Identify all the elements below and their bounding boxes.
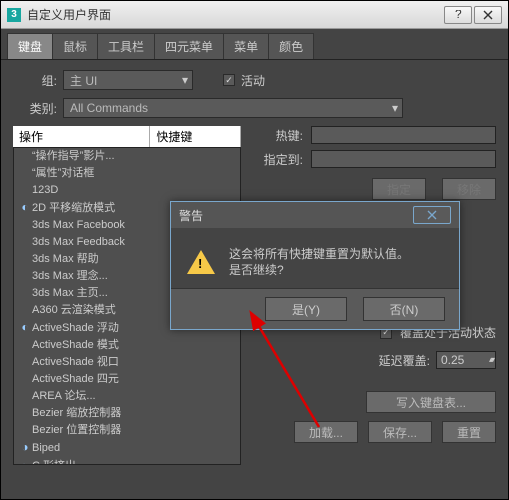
load-button[interactable]: 加载... (294, 421, 358, 443)
col-shortcut[interactable]: 快捷键 (150, 126, 241, 147)
close-button[interactable] (474, 6, 502, 24)
tab-5[interactable]: 颜色 (268, 33, 314, 59)
yes-button[interactable]: 是(Y) (265, 297, 347, 321)
category-combo[interactable]: All Commands (63, 98, 403, 118)
group-combo[interactable]: 主 UI (63, 70, 193, 90)
no-button[interactable]: 否(N) (363, 297, 445, 321)
list-item[interactable]: “操作指导”影片... (14, 148, 240, 165)
list-item[interactable]: ◒C 形挤出 (14, 457, 240, 465)
list-item[interactable]: 123D (14, 182, 240, 199)
tab-bar: 键盘鼠标工具栏四元菜单菜单颜色 (1, 29, 508, 60)
list-item[interactable]: ActiveShade 视口 (14, 354, 240, 371)
col-action[interactable]: 操作 (13, 126, 150, 147)
active-label: 活动 (241, 72, 265, 89)
assignto-label: 指定到: (255, 151, 303, 168)
tab-4[interactable]: 菜单 (223, 33, 269, 59)
list-item[interactable]: ActiveShade 四元 (14, 371, 240, 388)
tab-1[interactable]: 鼠标 (52, 33, 98, 59)
list-item[interactable]: AREA 论坛... (14, 388, 240, 405)
main-window: 3 自定义用户界面 ? 键盘鼠标工具栏四元菜单菜单颜色 组: 主 UI ✓ 活动… (0, 0, 509, 500)
save-button[interactable]: 保存... (368, 421, 432, 443)
category-label: 类别: (13, 100, 57, 117)
list-item[interactable]: “属性”对话框 (14, 165, 240, 182)
window-title: 自定义用户界面 (27, 6, 442, 23)
group-label: 组: (13, 72, 57, 89)
write-keyboard-button[interactable]: 写入键盘表... (366, 391, 496, 413)
warning-icon (187, 250, 215, 274)
tab-3[interactable]: 四元菜单 (154, 33, 224, 59)
assign-button[interactable]: 指定 (372, 178, 426, 200)
dialog-close-button[interactable] (413, 206, 451, 224)
help-button[interactable]: ? (444, 6, 472, 24)
dialog-titlebar: 警告 (171, 202, 459, 228)
list-header: 操作 快捷键 (13, 126, 241, 147)
dialog-title: 警告 (179, 207, 413, 224)
active-checkbox[interactable]: ✓ (223, 74, 235, 86)
dialog-message: 这会将所有快捷键重置为默认值。 是否继续? (229, 246, 409, 278)
reset-button[interactable]: 重置 (442, 421, 496, 443)
delay-label: 延迟覆盖: (379, 352, 430, 369)
tab-2[interactable]: 工具栏 (97, 33, 155, 59)
delay-spinner[interactable]: 0.25 (436, 351, 496, 369)
list-item[interactable]: ActiveShade 模式 (14, 337, 240, 354)
app-icon: 3 (7, 8, 21, 22)
svg-text:?: ? (455, 10, 462, 20)
list-item[interactable]: Bezier 位置控制器 (14, 422, 240, 439)
remove-button[interactable]: 移除 (442, 178, 496, 200)
list-item[interactable]: ◑Biped (14, 439, 240, 457)
hotkey-input[interactable] (311, 126, 496, 144)
titlebar: 3 自定义用户界面 ? (1, 1, 508, 29)
warning-dialog: 警告 这会将所有快捷键重置为默认值。 是否继续? 是(Y) 否(N) (170, 201, 460, 330)
tab-0[interactable]: 键盘 (7, 33, 53, 59)
list-item[interactable]: Bezier 缩放控制器 (14, 405, 240, 422)
assignto-input[interactable] (311, 150, 496, 168)
hotkey-label: 热键: (255, 127, 303, 144)
